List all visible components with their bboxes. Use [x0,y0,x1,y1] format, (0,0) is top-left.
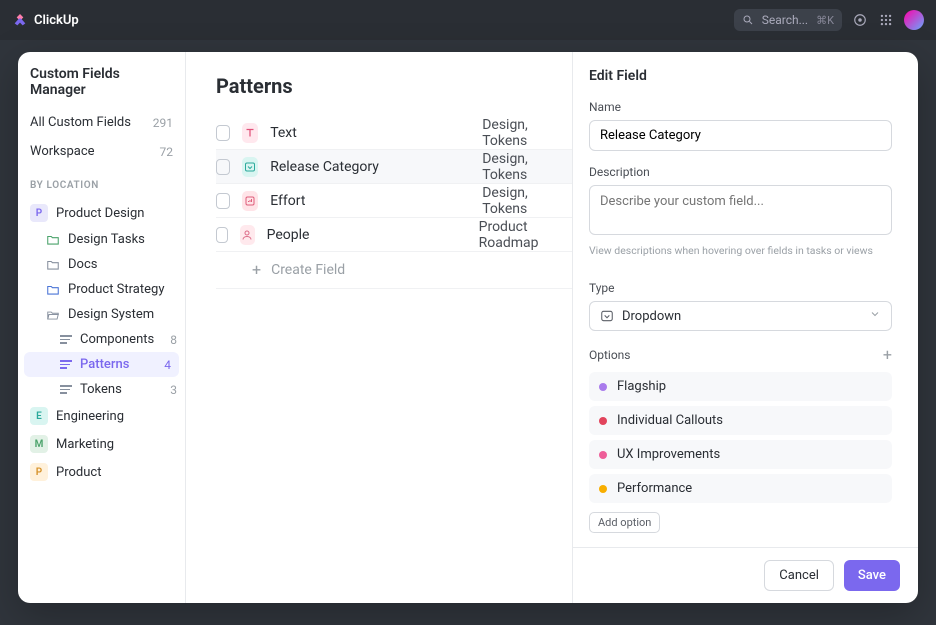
list-icon [60,335,72,344]
sidebar-title: Custom Fields Manager [18,66,185,108]
option-label: Performance [617,481,692,496]
plus-icon: + [252,262,261,278]
search-kbd: ⌘K [816,14,834,27]
description-label: Description [589,165,892,179]
sidebar-section-label: BY LOCATION [18,166,185,199]
tree-design-tasks[interactable]: Design Tasks [18,227,185,252]
chevron-down-icon [869,308,881,324]
type-value: Dropdown [622,309,681,324]
space-badge: M [30,435,48,453]
table-row[interactable]: Release Category Design, Tokens [216,150,572,184]
create-field-label: Create Field [271,262,345,278]
option-label: Flagship [617,379,666,394]
add-option-button[interactable]: Add option [589,512,660,533]
option-row[interactable]: Performance [589,474,892,503]
create-field-button[interactable]: + Create Field [216,252,572,289]
name-label: Name [589,100,892,114]
page-title: Patterns [216,74,572,98]
folder-icon [46,233,60,247]
list-icon [60,385,72,394]
option-row[interactable]: UX Improvements [589,440,892,469]
add-option-icon[interactable]: + [883,345,892,364]
panel-title: Edit Field [589,68,892,84]
option-label: Individual Callouts [617,413,723,428]
tree-tokens[interactable]: Tokens 3 [18,377,185,402]
row-checkbox[interactable] [216,159,230,175]
option-color-dot [599,485,607,493]
tree-marketing[interactable]: M Marketing [18,430,185,458]
option-color-dot [599,383,607,391]
tree-patterns[interactable]: Patterns 4 [24,352,179,377]
dropdown-icon [600,309,614,323]
description-help: View descriptions when hovering over fie… [589,244,892,257]
sidebar-workspace-label: Workspace [30,144,95,159]
option-color-dot [599,417,607,425]
option-label: UX Improvements [617,447,720,462]
field-name: Release Category [270,159,470,175]
options-label: Options [589,348,631,362]
row-checkbox[interactable] [216,125,230,141]
name-input[interactable] [589,120,892,151]
tree-components[interactable]: Components 8 [18,327,185,352]
field-location: Design, Tokens [482,117,560,149]
field-location: Design, Tokens [482,185,560,217]
row-checkbox[interactable] [216,193,230,209]
sidebar-all-label: All Custom Fields [30,115,131,130]
record-icon[interactable] [852,12,868,28]
folder-icon [46,258,60,272]
fields-table: Text Design, Tokens Release Category Des… [216,116,572,289]
option-color-dot [599,451,607,459]
table-row[interactable]: People Product Roadmap [216,218,572,252]
tree-design-system[interactable]: Design System [18,302,185,327]
sidebar-workspace-count: 72 [160,145,174,159]
type-dropdown[interactable]: Dropdown [589,301,892,331]
text-field-icon [242,123,259,143]
field-name: People [267,227,467,243]
sidebar-workspace[interactable]: Workspace 72 [18,137,185,166]
clickup-logo-icon [12,12,28,28]
effort-field-icon [242,191,259,211]
space-badge: P [30,204,48,222]
type-label: Type [589,281,892,295]
option-row[interactable]: Flagship [589,372,892,401]
sidebar: Custom Fields Manager All Custom Fields … [18,52,186,603]
sidebar-all-fields[interactable]: All Custom Fields 291 [18,108,185,137]
tree-product[interactable]: P Product [18,458,185,486]
list-icon [60,360,72,369]
tree-product-design[interactable]: P Product Design [18,199,185,227]
row-checkbox[interactable] [216,227,228,243]
apps-icon[interactable] [878,12,894,28]
description-input[interactable] [589,185,892,235]
option-row[interactable]: Individual Callouts [589,406,892,435]
tree-product-strategy[interactable]: Product Strategy [18,277,185,302]
custom-fields-modal: Custom Fields Manager All Custom Fields … [18,52,918,603]
tree-docs[interactable]: Docs [18,252,185,277]
save-button[interactable]: Save [844,560,900,591]
table-row[interactable]: Effort Design, Tokens [216,184,572,218]
field-location: Product Roadmap [479,219,560,251]
folder-icon [46,283,60,297]
table-row[interactable]: Text Design, Tokens [216,116,572,150]
space-badge: E [30,407,48,425]
brand: ClickUp [12,12,79,28]
field-name: Text [270,125,470,141]
cancel-button[interactable]: Cancel [764,560,834,591]
field-name: Effort [270,193,470,209]
tree-engineering[interactable]: E Engineering [18,402,185,430]
edit-field-panel: Edit Field Name Description View descrip… [572,52,918,603]
search-icon [742,14,754,26]
main-content: Patterns Text Design, Tokens Release Cat… [186,52,572,603]
avatar[interactable] [904,10,924,30]
search-placeholder: Search... [762,13,808,27]
folder-open-icon [46,308,60,322]
dropdown-field-icon [242,157,259,177]
field-location: Design, Tokens [482,151,560,183]
sidebar-all-count: 291 [153,116,173,130]
people-field-icon [240,225,254,245]
space-badge: P [30,463,48,481]
search-input[interactable]: Search... ⌘K [734,9,842,31]
brand-label: ClickUp [34,13,79,28]
